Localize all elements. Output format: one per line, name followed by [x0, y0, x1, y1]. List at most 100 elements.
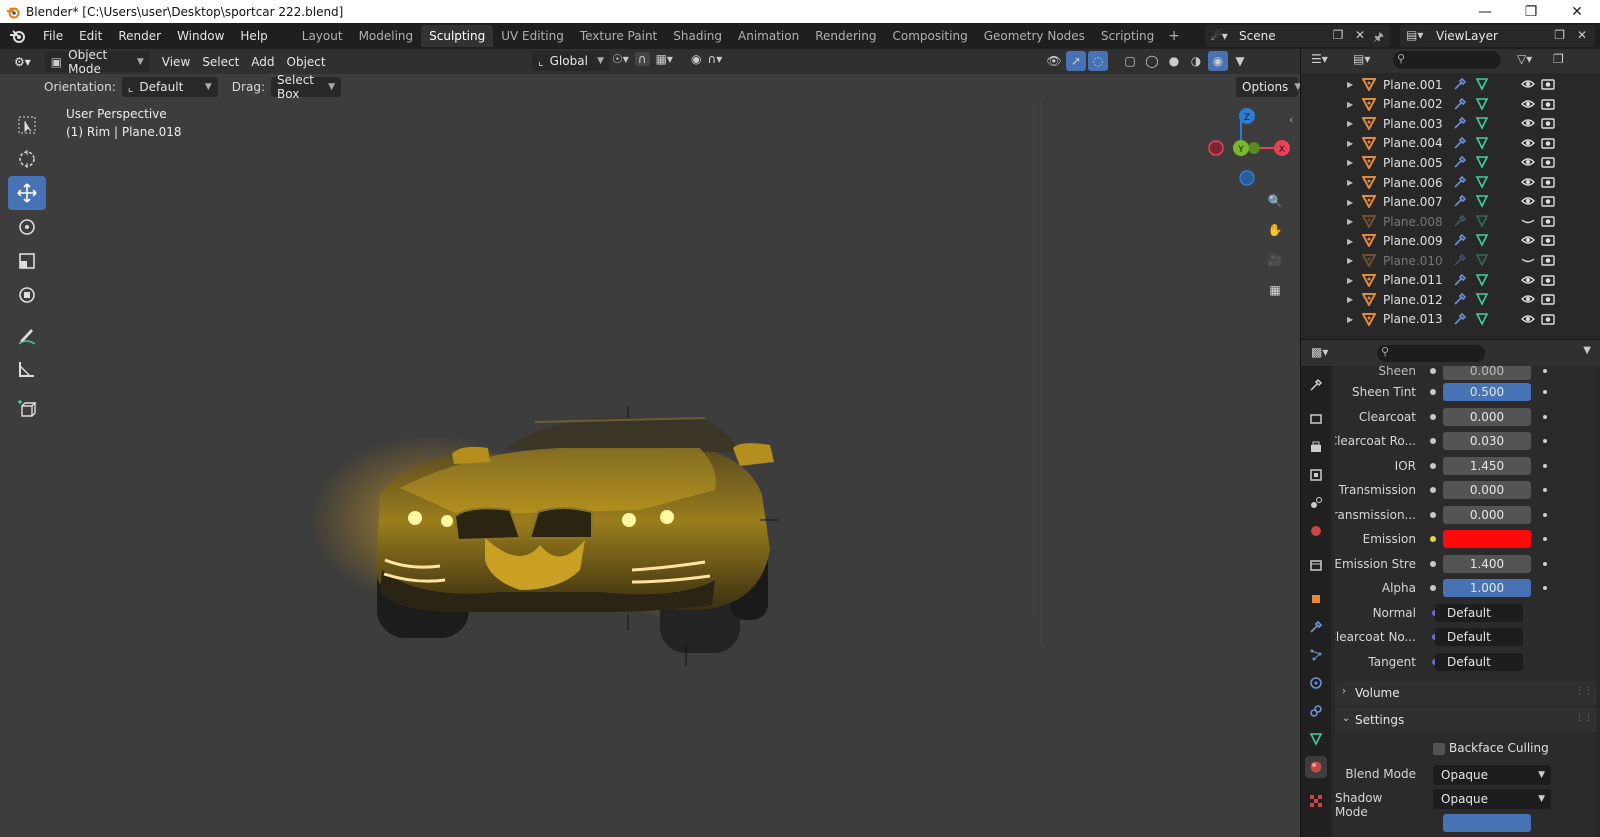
rotate-tool[interactable]	[8, 210, 46, 244]
eye-icon[interactable]	[1521, 195, 1535, 207]
eye-icon[interactable]	[1521, 176, 1535, 188]
menu-select[interactable]: Select	[196, 52, 245, 72]
mesh-data-icon[interactable]	[1475, 175, 1489, 189]
tab-uv-editing[interactable]: UV Editing	[493, 25, 572, 47]
socket-dot[interactable]	[1430, 560, 1436, 567]
eye-icon[interactable]	[1521, 78, 1535, 90]
eye-closed-icon[interactable]	[1521, 254, 1535, 266]
outliner-item[interactable]: ▶ Plane.005	[1301, 153, 1600, 173]
mesh-data-icon[interactable]	[1475, 116, 1489, 130]
scene-tab-icon[interactable]	[1305, 492, 1327, 514]
orientation-select[interactable]: ⌞ Default ▼	[121, 77, 218, 97]
expand-arrow-icon[interactable]: ▶	[1347, 139, 1353, 148]
zoom-icon[interactable]: 🔍	[1262, 188, 1288, 214]
keyframe-dot[interactable]	[1543, 463, 1547, 468]
camera-view-icon[interactable]: 🎥	[1262, 247, 1288, 273]
snap-target-icon[interactable]: ▦▾	[656, 52, 673, 66]
particles-tab-icon[interactable]	[1305, 644, 1327, 666]
new-view-layer-icon[interactable]: ❐	[1554, 28, 1565, 42]
mesh-data-icon[interactable]	[1475, 233, 1489, 248]
pivot-point-icon[interactable]: ☉▾	[612, 52, 629, 66]
outliner-item[interactable]: ▶ Plane.008	[1301, 212, 1600, 232]
wireframe-shading-icon[interactable]: ◯	[1142, 51, 1162, 71]
properties-editor-icon[interactable]: ▩▾	[1311, 345, 1328, 359]
render-tab-icon[interactable]	[1305, 408, 1327, 430]
scale-tool[interactable]	[8, 244, 46, 278]
outliner-item[interactable]: ▶ Plane.002	[1301, 95, 1600, 115]
camera-render-icon[interactable]	[1541, 137, 1555, 149]
constraints-tab-icon[interactable]	[1305, 700, 1327, 722]
socket-dot[interactable]	[1430, 536, 1436, 542]
physics-tab-icon[interactable]	[1305, 672, 1327, 694]
proportional-edit-icon[interactable]: ◉	[691, 52, 701, 66]
expand-arrow-icon[interactable]: ▶	[1347, 158, 1353, 167]
tab-sculpting[interactable]: Sculpting	[421, 25, 494, 47]
pin-icon[interactable]: 🖈	[1373, 28, 1384, 49]
outliner-item[interactable]: ▶ Plane.013	[1301, 310, 1600, 330]
material-shading-icon[interactable]: ◑	[1186, 51, 1206, 71]
mode-select[interactable]: ▣ Object Mode ▼	[44, 49, 150, 76]
cursor-tool[interactable]	[8, 142, 46, 176]
modifier-icon[interactable]	[1453, 214, 1467, 228]
shadow-mode-select[interactable]: Opaque ▼	[1433, 789, 1551, 809]
eye-icon[interactable]	[1521, 117, 1535, 129]
data-tab-icon[interactable]	[1305, 728, 1327, 750]
modifier-icon[interactable]	[1453, 155, 1467, 169]
menu-edit[interactable]: Edit	[71, 25, 110, 47]
modifier-tab-icon[interactable]	[1305, 616, 1327, 638]
socket-dot[interactable]	[1430, 413, 1436, 420]
property-value-field[interactable]: 0.030	[1443, 432, 1531, 450]
backface-culling-checkbox[interactable]	[1433, 743, 1445, 755]
menu-add[interactable]: Add	[245, 52, 280, 72]
modifier-icon[interactable]	[1453, 253, 1467, 267]
blend-mode-select[interactable]: Opaque ▼	[1433, 765, 1551, 785]
tab-layout[interactable]: Layout	[294, 25, 351, 47]
gizmo-toggle-icon[interactable]: ➚	[1066, 51, 1086, 71]
chevron-down-icon[interactable]: ▼	[1583, 345, 1591, 356]
menu-render[interactable]: Render	[110, 25, 169, 47]
camera-render-icon[interactable]	[1541, 215, 1555, 227]
mesh-data-icon[interactable]	[1475, 155, 1489, 169]
modifier-icon[interactable]	[1453, 116, 1467, 130]
volume-panel-header[interactable]: › Volume ⋮⋮	[1335, 681, 1597, 705]
3d-viewport[interactable]: ⚙▾ ▣ Object Mode ▼ View Select Add Objec…	[0, 49, 1300, 837]
drag-handle-icon[interactable]: ⋮⋮	[1575, 686, 1593, 696]
transform-orientation-select[interactable]: ⌞ Global ▼	[532, 51, 610, 71]
outliner-item[interactable]: ▶ Plane.001	[1301, 75, 1600, 95]
mesh-data-icon[interactable]	[1475, 136, 1489, 150]
add-workspace-button[interactable]: +	[1162, 28, 1186, 44]
view-layer-tab-icon[interactable]	[1305, 464, 1327, 486]
menu-help[interactable]: Help	[232, 25, 275, 47]
socket-dot[interactable]	[1430, 389, 1436, 395]
settings-panel-header[interactable]: ⌄ Settings ⋮⋮	[1335, 708, 1597, 732]
gizmo-neg-x[interactable]	[1208, 140, 1224, 156]
keyframe-dot[interactable]	[1543, 390, 1547, 394]
eye-icon[interactable]	[1521, 293, 1535, 305]
outliner-item[interactable]: ▶ Plane.007	[1301, 192, 1600, 212]
outliner-item[interactable]: ▶ Plane.004	[1301, 134, 1600, 154]
gizmo-neg-z[interactable]	[1239, 170, 1255, 186]
tab-modeling[interactable]: Modeling	[351, 25, 422, 47]
camera-render-icon[interactable]	[1541, 117, 1555, 129]
camera-render-icon[interactable]	[1541, 313, 1555, 325]
new-scene-button[interactable]: ❐	[1328, 25, 1348, 45]
outliner-item[interactable]: ▶ Plane.003	[1301, 114, 1600, 134]
expand-arrow-icon[interactable]: ▶	[1347, 237, 1353, 246]
tab-texture-paint[interactable]: Texture Paint	[572, 25, 665, 47]
collection-tab-icon[interactable]	[1305, 554, 1327, 576]
output-tab-icon[interactable]	[1305, 436, 1327, 458]
delete-view-layer-icon[interactable]: ✕	[1577, 28, 1587, 42]
object-tab-icon[interactable]	[1305, 588, 1327, 610]
navigation-gizmo[interactable]: Y Z X	[1205, 107, 1297, 192]
modifier-icon[interactable]	[1453, 97, 1467, 111]
menu-view[interactable]: View	[156, 52, 196, 72]
view-layer-selector[interactable]: ▤▾ ViewLayer ❐ ✕	[1400, 25, 1595, 47]
expand-arrow-icon[interactable]: ▶	[1347, 217, 1353, 226]
modifier-icon[interactable]	[1453, 292, 1467, 306]
property-value-field[interactable]: Default	[1435, 652, 1523, 671]
eye-icon[interactable]	[1521, 313, 1535, 325]
modifier-icon[interactable]	[1453, 77, 1467, 91]
measure-tool[interactable]	[8, 352, 46, 386]
add-cube-tool[interactable]	[8, 392, 46, 426]
expand-arrow-icon[interactable]: ▶	[1347, 198, 1353, 207]
